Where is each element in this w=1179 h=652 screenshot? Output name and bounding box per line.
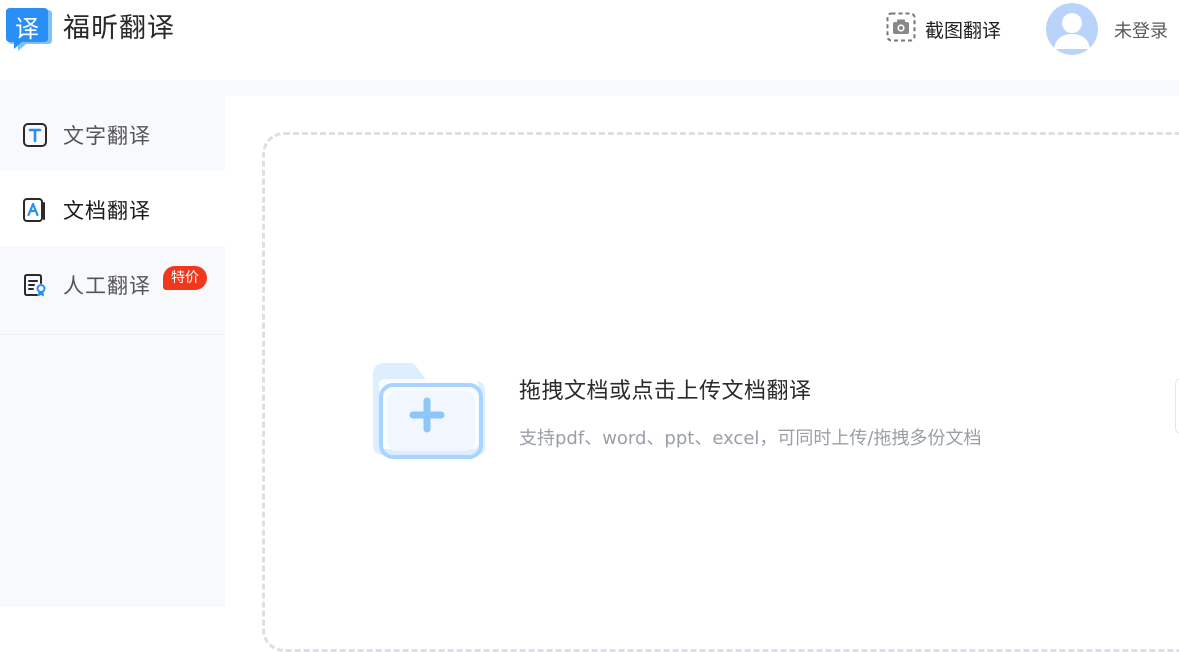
app-name: 福昕翻译 (63, 13, 175, 44)
logo-char: 译 (15, 15, 39, 43)
human-certificate-icon (22, 272, 48, 298)
app-logo[interactable]: 译 福昕翻译 (4, 6, 175, 52)
sidebar: 文字翻译 文档翻译 人工翻译 特价 (0, 96, 225, 607)
upload-supported-formats: 支持pdf、word、ppt、excel，可同时上传/拖拽多份文档 (519, 428, 982, 449)
text-t-icon (22, 122, 48, 148)
user-avatar[interactable] (1046, 3, 1098, 55)
logo-translate-icon: 译 (4, 6, 54, 52)
sidebar-item-label: 人工翻译 (63, 274, 151, 298)
sidebar-divider (0, 334, 225, 335)
screenshot-translate-label: 截图翻译 (925, 19, 1002, 42)
main-panel: 拖拽文档或点击上传文档翻译 支持pdf、word、ppt、excel，可同时上传… (225, 96, 1179, 652)
screenshot-camera-icon (886, 12, 916, 46)
side-handle[interactable] (1175, 378, 1179, 434)
top-header: 译 福昕翻译 截图翻译 未登录 (0, 0, 1179, 80)
folder-plus-icon (369, 351, 493, 463)
login-status-link[interactable]: 未登录 (1114, 17, 1168, 43)
sidebar-item-label: 文字翻译 (63, 124, 151, 148)
upload-title: 拖拽文档或点击上传文档翻译 (519, 379, 812, 404)
sidebar-item-label: 文档翻译 (63, 199, 151, 223)
screenshot-translate-button[interactable]: 截图翻译 (886, 12, 1002, 46)
sidebar-item-document-translate[interactable]: 文档翻译 (0, 171, 225, 246)
special-price-badge: 特价 (163, 266, 207, 290)
header-gutter (0, 80, 1179, 96)
document-a-icon (22, 197, 48, 223)
sidebar-item-text-translate[interactable]: 文字翻译 (0, 96, 225, 171)
